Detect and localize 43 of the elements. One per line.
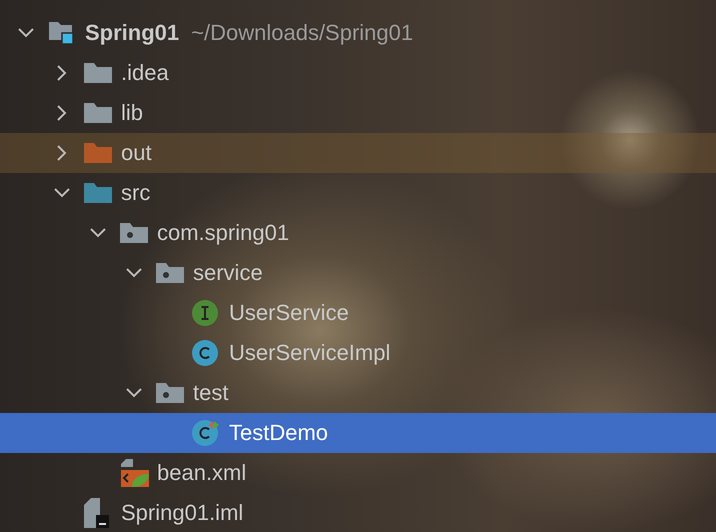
folder-icon [84,102,114,124]
tree-row[interactable]: out [0,133,716,173]
item-label: Spring01 [85,20,180,46]
item-label: service [193,260,263,286]
tree-row[interactable]: UserService [0,293,716,333]
chevron-right-icon[interactable] [57,105,67,121]
tree-row[interactable]: Spring01.iml [0,493,716,532]
project-path: ~/Downloads/Spring01 [191,20,414,46]
tree-row[interactable]: service [0,253,716,293]
item-label: TestDemo [229,420,328,446]
item-label: bean.xml [157,460,246,486]
package-folder-icon [120,222,150,244]
item-label: UserServiceImpl [229,340,390,366]
chevron-down-icon[interactable] [126,388,142,398]
item-label: .idea [121,60,169,86]
item-label: test [193,380,228,406]
chevron-down-icon[interactable] [126,268,142,278]
item-label: out [121,140,152,166]
tree-row[interactable]: .idea [0,53,716,93]
folder-icon [84,142,114,164]
tree-row[interactable]: test [0,373,716,413]
item-label: Spring01.iml [121,500,244,526]
package-folder-icon [156,382,186,404]
package-folder-icon [156,262,186,284]
tree-row[interactable]: src [0,173,716,213]
chevron-right-icon[interactable] [57,65,67,81]
item-label: lib [121,100,144,126]
folder-icon [84,182,114,204]
tree-row[interactable]: UserServiceImpl [0,333,716,373]
tree-row[interactable]: bean.xml [0,453,716,493]
item-label: com.spring01 [157,220,290,246]
xml-file-icon [120,458,150,488]
item-label: src [121,180,150,206]
item-label: UserService [229,300,349,326]
tree-row[interactable]: lib [0,93,716,133]
folder-icon [84,62,114,84]
chevron-down-icon[interactable] [54,188,70,198]
chevron-down-icon[interactable] [90,228,106,238]
tree-row[interactable]: TestDemo [0,413,716,453]
chevron-right-icon[interactable] [57,145,67,161]
tree-row[interactable]: Spring01 ~/Downloads/Spring01 [0,13,716,53]
chevron-down-icon[interactable] [18,28,34,38]
tree-row[interactable]: com.spring01 [0,213,716,253]
